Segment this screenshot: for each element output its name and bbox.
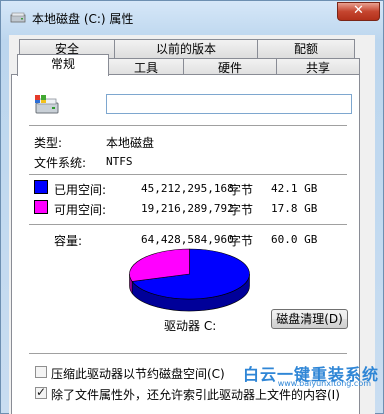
drive-icon [10,12,26,23]
index-label[interactable]: 除了文件属性外，还允许索引此驱动器上文件的内容(I) [51,386,351,403]
used-space-label: 已用空间: [54,183,107,197]
used-space-swatch [34,180,48,194]
capacity-size: 60.0 GB [271,233,318,246]
separator [29,353,347,354]
tab-general[interactable]: 常规 [17,54,109,76]
compress-checkbox[interactable] [35,366,47,378]
filesystem-value: NTFS [106,155,133,168]
close-button[interactable]: ✕ [337,2,380,21]
drive-label: 驱动器 C: [164,319,217,333]
filesystem-label: 文件系统: [34,156,87,170]
window-title: 本地磁盘 (C:) 属性 [32,12,134,26]
title-bar[interactable]: 本地磁盘 (C:) 属性 ✕ [1,1,383,33]
type-value: 本地磁盘 [106,136,155,150]
watermark-url: www.baiyunxitong.com [277,379,371,388]
drive-icon [35,95,59,114]
disk-usage-pie [129,248,250,312]
free-space-unit: 字节 [229,203,254,217]
free-space-label: 可用空间: [54,203,107,217]
tab-quota[interactable]: 配额 [257,39,355,59]
index-checkbox[interactable] [35,385,47,399]
separator [29,125,347,126]
free-space-swatch [34,200,48,214]
properties-window: 本地磁盘 (C:) 属性 ✕ 安全 以前的版本 配额 工具 硬件 共享 常规 类… [0,0,384,414]
used-space-unit: 字节 [229,183,254,197]
capacity-bytes: 64,428,584,960 [141,233,234,246]
tab-previous-versions[interactable]: 以前的版本 [114,39,258,59]
separator [29,224,347,225]
used-space-size: 42.1 GB [271,182,318,195]
drive-name-input[interactable] [106,94,352,114]
type-label: 类型: [34,136,63,150]
free-space-bytes: 19,216,289,792 [141,202,234,215]
used-space-bytes: 45,212,295,168 [141,182,234,195]
free-space-size: 17.8 GB [271,202,318,215]
compress-label[interactable]: 压缩此驱动器以节约磁盘空间(C) [51,365,225,382]
separator [29,174,347,175]
disk-cleanup-button[interactable]: 磁盘清理(D) [271,309,348,329]
capacity-label: 容量: [54,234,83,248]
